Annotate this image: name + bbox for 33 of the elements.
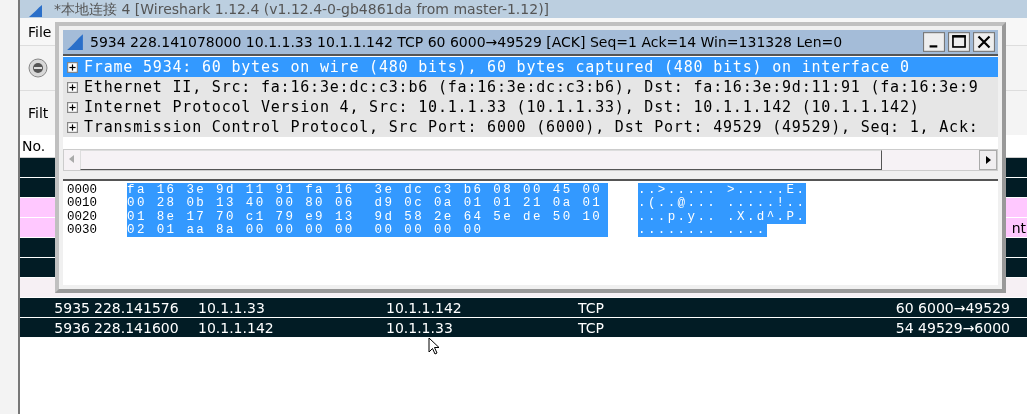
window-title: *本地连接 4 [Wireshark 1.12.4 (v1.12.4-0-gb4861da from master-1.12)] <box>54 0 550 18</box>
hex-offset: 0010 <box>67 196 98 211</box>
close-icon[interactable] <box>973 32 995 52</box>
tree-item[interactable]: Transmission Control Protocol, Src Port: 6000 (6000), Dst Port: 49529 (49529), Seq: 1, Ack: <box>63 117 998 137</box>
hex-offset: 0020 <box>67 209 98 224</box>
filter-label: Filt <box>28 105 49 121</box>
window-title: 5934 228.141078000 10.1.1.33 10.1.1.142 TCP 60 6000→49529 [ACK] Seq=1 Ack=14 Win=131328 Len=0 <box>90 34 843 50</box>
menu-item[interactable]: File <box>28 23 52 40</box>
tree-item[interactable]: Frame 5934: 60 bytes on wire (480 bits), 60 bytes captured (480 bits) on interface 0 <box>63 57 998 77</box>
cursor-icon <box>428 337 440 355</box>
expand-icon[interactable] <box>67 61 78 73</box>
fin-icon <box>28 4 44 18</box>
expand-icon[interactable] <box>67 121 78 133</box>
column-header[interactable]: No. <box>22 138 46 154</box>
maximize-icon[interactable] <box>948 32 970 52</box>
minimize-icon[interactable] <box>923 32 945 52</box>
packet-row[interactable]: 5936 228.141600 10.1.1.142 10.1.1.33 TCP 54 49529→6000 <box>20 318 1027 337</box>
interface-icon[interactable] <box>28 58 48 78</box>
ascii-text[interactable]: .(..@... .....!.. <box>638 196 807 211</box>
ascii-text[interactable]: ........ .... <box>638 223 767 238</box>
fin-icon <box>66 33 84 51</box>
tree-item[interactable]: Internet Protocol Version 4, Src: 10.1.1.33 (10.1.1.33), Dst: 10.1.1.142 (10.1.1.142) <box>63 97 998 117</box>
expand-icon[interactable] <box>67 101 78 113</box>
hex-bytes[interactable]: 00 28 0b 13 40 00 80 06 d9 0c 0a 01 01 21 0a 01 <box>127 196 608 211</box>
hex-bytes[interactable]: fa 16 3e 9d 11 91 fa 16 3e dc c3 b6 08 00 45 00 <box>127 182 608 197</box>
tree-item[interactable]: Ethernet II, Src: fa:16:3e:dc:c3:b6 (fa:16:3e:dc:c3:b6), Dst: fa:16:3e:9d:11:91 (fa:16:3e:9 <box>63 77 998 97</box>
horizontal-scrollbar[interactable] <box>63 149 998 171</box>
hex-offset: 0030 <box>67 223 98 238</box>
hex-offset: 0000 <box>67 182 98 197</box>
expand-icon[interactable] <box>67 81 78 93</box>
hex-bytes[interactable]: 02 01 aa 8a 00 00 00 00 00 00 00 00 <box>127 223 608 238</box>
packet-row[interactable]: 5935 228.141576 10.1.1.33 10.1.1.142 TCP 60 6000→49529 <box>20 298 1027 317</box>
ascii-text[interactable]: ..>..... >.....E. <box>638 182 807 197</box>
